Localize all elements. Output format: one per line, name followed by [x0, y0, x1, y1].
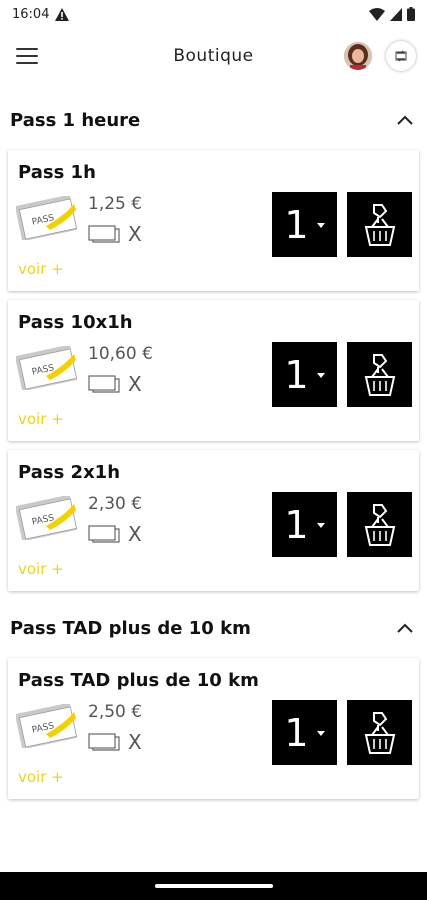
quantity-value: 1 [284, 502, 309, 547]
quantity-select[interactable]: 1 [272, 492, 337, 557]
chevron-up-icon[interactable] [395, 618, 415, 638]
product-title: Pass 2x1h [18, 462, 121, 483]
voir-plus-link[interactable]: voir + [18, 768, 64, 786]
quantity-multiplier: X [128, 522, 142, 546]
product-title: Pass 10x1h [18, 312, 133, 333]
quantity-multiplier: X [128, 730, 142, 754]
status-bar: 16:04 [0, 0, 427, 28]
sync-button[interactable] [386, 41, 416, 71]
product-card: Pass TAD plus de 10 km PASS 2,50 € X voi… [8, 658, 419, 799]
quantity-summary: X [88, 730, 142, 754]
voir-plus-link[interactable]: voir + [18, 410, 64, 428]
add-to-cart-button[interactable] [347, 342, 412, 407]
battery-icon [407, 7, 415, 21]
caret-down-icon [316, 223, 325, 228]
system-nav-bar [0, 872, 427, 900]
app-bar: Boutique [0, 28, 427, 84]
section-header-pass-tad[interactable]: Pass TAD plus de 10 km [0, 608, 427, 648]
quantity-select[interactable]: 1 [272, 700, 337, 765]
add-to-cart-button[interactable] [347, 192, 412, 257]
quantity-summary: X [88, 372, 142, 396]
quantity-multiplier: X [128, 222, 142, 246]
chevron-up-icon[interactable] [395, 110, 415, 130]
hamburger-menu-icon[interactable] [16, 44, 46, 68]
quantity-multiplier: X [128, 372, 142, 396]
ticket-icon: PASS [16, 704, 78, 748]
page-title: Boutique [173, 46, 254, 66]
quantity-select[interactable]: 1 [272, 342, 337, 407]
caret-down-icon [316, 731, 325, 736]
quantity-value: 1 [284, 352, 309, 397]
section-title: Pass 1 heure [10, 109, 141, 131]
quantity-summary: X [88, 522, 142, 546]
section-header-pass-1-heure[interactable]: Pass 1 heure [0, 100, 427, 140]
warning-icon [55, 7, 70, 21]
product-card: Pass 10x1h PASS 10,60 € X voir + 1 [8, 300, 419, 441]
product-price: 10,60 € [88, 344, 153, 364]
ticket-icon: PASS [16, 496, 78, 540]
product-title: Pass TAD plus de 10 km [18, 670, 259, 691]
avatar[interactable] [344, 42, 372, 70]
ticket-icon: PASS [16, 346, 78, 390]
ticket-stack-icon [88, 225, 120, 243]
status-left: 16:04 [12, 6, 70, 22]
caret-down-icon [316, 523, 325, 528]
product-title: Pass 1h [18, 162, 96, 183]
voir-plus-link[interactable]: voir + [18, 560, 64, 578]
ticket-icon: PASS [16, 196, 78, 240]
add-to-cart-button[interactable] [347, 492, 412, 557]
ticket-stack-icon [88, 525, 120, 543]
section-title: Pass TAD plus de 10 km [10, 617, 251, 639]
basket-add-icon [364, 711, 395, 754]
caret-down-icon [316, 373, 325, 378]
voir-plus-link[interactable]: voir + [18, 260, 64, 278]
product-card: Pass 2x1h PASS 2,30 € X voir + 1 [8, 450, 419, 591]
signal-icon [390, 7, 402, 21]
basket-add-icon [364, 353, 395, 396]
status-right [369, 7, 415, 21]
status-time: 16:04 [12, 6, 50, 22]
add-to-cart-button[interactable] [347, 700, 412, 765]
basket-add-icon [364, 503, 395, 546]
quantity-summary: X [88, 222, 142, 246]
sync-icon [395, 50, 407, 62]
quantity-select[interactable]: 1 [272, 192, 337, 257]
wifi-icon [369, 7, 385, 21]
product-price: 2,50 € [88, 702, 143, 722]
ticket-stack-icon [88, 375, 120, 393]
home-gesture-handle[interactable] [154, 884, 273, 888]
basket-add-icon [364, 203, 395, 246]
product-price: 1,25 € [88, 194, 143, 214]
quantity-value: 1 [284, 710, 309, 755]
product-card: Pass 1h PASS 1,25 € X voir + 1 [8, 150, 419, 291]
ticket-stack-icon [88, 733, 120, 751]
quantity-value: 1 [284, 202, 309, 247]
product-price: 2,30 € [88, 494, 143, 514]
